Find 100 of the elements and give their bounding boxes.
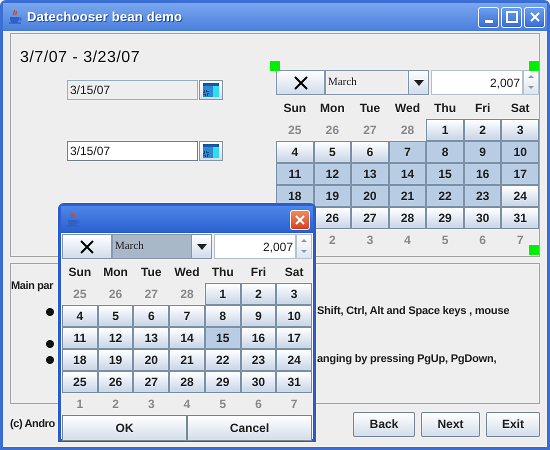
month-dropdown[interactable]: March: [112, 234, 212, 259]
day-button[interactable]: 9: [464, 141, 502, 163]
day-button[interactable]: 1: [426, 119, 464, 141]
day-button[interactable]: 28: [169, 371, 205, 393]
day-button[interactable]: 3: [501, 119, 539, 141]
clear-button[interactable]: [276, 70, 325, 95]
day-button[interactable]: 20: [351, 185, 389, 207]
day-button[interactable]: 27: [351, 207, 389, 229]
weekday-label: Thu: [210, 264, 235, 281]
dialog-button[interactable]: Cancel: [187, 415, 312, 441]
day-label: 27: [144, 287, 158, 301]
year-spinner[interactable]: [296, 234, 312, 259]
day-button[interactable]: 12: [98, 327, 134, 349]
day-button[interactable]: 11: [276, 163, 314, 185]
day-label: 5: [219, 397, 226, 411]
day-button[interactable]: 2: [464, 119, 502, 141]
day-button[interactable]: 14: [169, 327, 205, 349]
day-button[interactable]: 24: [501, 185, 539, 207]
year-spinner[interactable]: [523, 70, 539, 95]
weekday-label: Tue: [358, 100, 382, 117]
day-button[interactable]: 7: [388, 141, 426, 163]
day-button[interactable]: 26: [98, 371, 134, 393]
day-button[interactable]: 29: [204, 371, 241, 393]
copyright-text: (c) Andro: [10, 416, 55, 432]
day-label: 26: [108, 287, 122, 301]
day-button[interactable]: 16: [240, 327, 276, 349]
resize-handle[interactable]: [270, 61, 280, 71]
weekday-label: Thu: [433, 100, 458, 117]
day-button[interactable]: 1: [204, 283, 241, 305]
day-button[interactable]: 10: [276, 305, 312, 327]
day-label: 25: [288, 123, 302, 137]
day-button[interactable]: 29: [426, 207, 464, 229]
calendar-icon: [203, 83, 219, 97]
day-button[interactable]: 5: [98, 305, 134, 327]
close-button[interactable]: [290, 210, 310, 230]
day-button[interactable]: 10: [501, 141, 539, 163]
minimize-button[interactable]: [478, 6, 499, 28]
clear-button[interactable]: [62, 234, 112, 259]
day-button[interactable]: 13: [133, 327, 170, 349]
weekday-label: Wed: [394, 100, 422, 117]
weekday-label: Sun: [68, 264, 92, 281]
weekday-label: Wed: [173, 264, 201, 281]
day-button[interactable]: 25: [62, 371, 98, 393]
resize-handle[interactable]: [529, 61, 539, 71]
day-button[interactable]: 17: [501, 163, 539, 185]
day-button[interactable]: 14: [388, 163, 426, 185]
day-button[interactable]: 24: [276, 349, 312, 371]
day-button[interactable]: 13: [351, 163, 389, 185]
day-button[interactable]: 15: [426, 163, 464, 185]
dialog-button[interactable]: OK: [62, 415, 187, 441]
month-dropdown[interactable]: March: [325, 70, 429, 95]
day-button[interactable]: 4: [62, 305, 98, 327]
day-button[interactable]: 8: [426, 141, 464, 163]
day-button[interactable]: 6: [351, 141, 389, 163]
day-button[interactable]: 12: [314, 163, 352, 185]
date-field[interactable]: 3/15/07: [67, 141, 198, 161]
day-label: 6: [479, 233, 486, 247]
day-button[interactable]: 16: [464, 163, 502, 185]
day-button[interactable]: 27: [133, 371, 170, 393]
day-button[interactable]: 5: [314, 141, 352, 163]
year-field[interactable]: 2,007: [214, 234, 296, 259]
day-button[interactable]: 23: [464, 185, 502, 207]
day-button[interactable]: 3: [276, 283, 312, 305]
day-button[interactable]: 15: [204, 327, 241, 349]
day-button[interactable]: 26: [314, 207, 352, 229]
resize-handle[interactable]: [529, 245, 539, 255]
day-button[interactable]: 30: [464, 207, 502, 229]
nav-button[interactable]: Back: [353, 412, 415, 436]
year-field[interactable]: 2,007: [431, 70, 523, 95]
day-button[interactable]: 2: [240, 283, 276, 305]
weekday-label: Sun: [282, 100, 308, 117]
day-button[interactable]: 17: [276, 327, 312, 349]
day-button[interactable]: 30: [240, 371, 276, 393]
day-button[interactable]: 21: [388, 185, 426, 207]
nav-button[interactable]: Next: [421, 412, 480, 436]
day-button[interactable]: 22: [426, 185, 464, 207]
nav-button[interactable]: Exit: [486, 412, 540, 436]
day-button[interactable]: 31: [276, 371, 312, 393]
day-button[interactable]: 28: [388, 207, 426, 229]
day-button[interactable]: 31: [501, 207, 539, 229]
day-button[interactable]: 6: [133, 305, 170, 327]
day-button[interactable]: 4: [276, 141, 314, 163]
day-button[interactable]: 20: [133, 349, 170, 371]
day-button[interactable]: 7: [169, 305, 205, 327]
day-button[interactable]: 11: [62, 327, 98, 349]
day-button[interactable]: 8: [204, 305, 241, 327]
day-button[interactable]: 19: [98, 349, 134, 371]
calendar-button[interactable]: [199, 80, 223, 100]
day-button[interactable]: 23: [240, 349, 276, 371]
minimize-icon: [484, 20, 492, 22]
maximize-button[interactable]: [501, 6, 522, 28]
day-button[interactable]: 19: [314, 185, 352, 207]
day-button[interactable]: 22: [204, 349, 241, 371]
day-label: 5: [442, 233, 448, 247]
day-button[interactable]: 18: [62, 349, 98, 371]
close-button[interactable]: [524, 6, 545, 28]
calendar-button[interactable]: [199, 141, 223, 161]
day-button[interactable]: 9: [240, 305, 276, 327]
weekday-label: Fri: [250, 264, 268, 281]
day-button[interactable]: 21: [169, 349, 205, 371]
